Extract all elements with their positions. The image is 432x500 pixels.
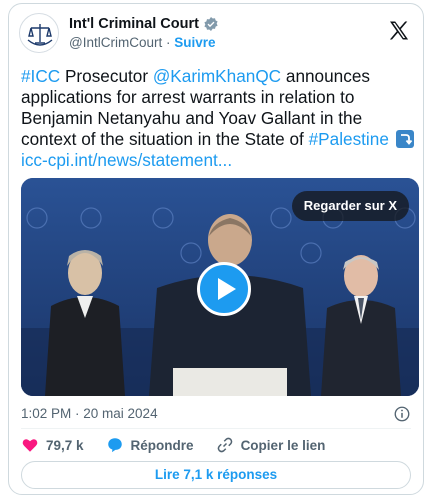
like-count: 79,7 k	[46, 437, 84, 453]
mention-link[interactable]: @KarimKhanQC	[153, 66, 281, 86]
article-link[interactable]: icc-cpi.int/news/statement...	[21, 150, 232, 170]
reply-label: Répondre	[130, 437, 194, 453]
hashtag-icc[interactable]: #ICC	[21, 66, 60, 86]
watch-on-x-button[interactable]: Regarder sur X	[291, 191, 409, 221]
copy-link-button[interactable]: Copier le lien	[216, 436, 326, 454]
hashtag-palestine[interactable]: #Palestine	[309, 129, 389, 149]
play-icon[interactable]	[197, 262, 251, 316]
separator: ·	[165, 35, 171, 50]
follow-button[interactable]: Suivre	[174, 35, 215, 50]
handle[interactable]: @IntlCrimCourt	[69, 35, 162, 50]
avatar[interactable]	[19, 13, 59, 53]
timestamp[interactable]: 1:02 PM · 20 mai 2024	[21, 406, 158, 421]
action-bar: 79,7 k Répondre Copier le lien	[21, 435, 411, 455]
reply-bubble-icon	[107, 438, 122, 453]
account-names: Int'l Criminal Court @IntlCrimCourt · Su…	[69, 16, 219, 50]
tweet-meta: 1:02 PM · 20 mai 2024	[21, 404, 411, 424]
copy-link-label: Copier le lien	[240, 437, 326, 453]
tweet-text: #ICC Prosecutor @KarimKhanQC announces a…	[21, 66, 419, 171]
x-logo-icon[interactable]	[387, 19, 411, 43]
verified-badge-icon	[204, 17, 218, 31]
tweet-card: Int'l Criminal Court @IntlCrimCourt · Su…	[8, 3, 424, 495]
right-arrow-curving-down-icon	[395, 130, 414, 148]
heart-icon	[22, 439, 38, 452]
divider	[21, 428, 411, 429]
tweet-header: Int'l Criminal Court @IntlCrimCourt · Su…	[19, 13, 413, 57]
reply-button[interactable]: Répondre	[106, 436, 194, 454]
read-replies-button[interactable]: Lire 7,1 k réponses	[21, 461, 411, 489]
video-player[interactable]: Regarder sur X	[21, 178, 419, 396]
link-icon	[217, 437, 232, 453]
like-button[interactable]: 79,7 k	[21, 436, 84, 454]
icc-logo-icon	[22, 16, 58, 52]
tweet-text-1: Prosecutor	[60, 66, 153, 86]
display-name[interactable]: Int'l Criminal Court	[69, 16, 199, 32]
info-icon[interactable]	[393, 405, 411, 423]
